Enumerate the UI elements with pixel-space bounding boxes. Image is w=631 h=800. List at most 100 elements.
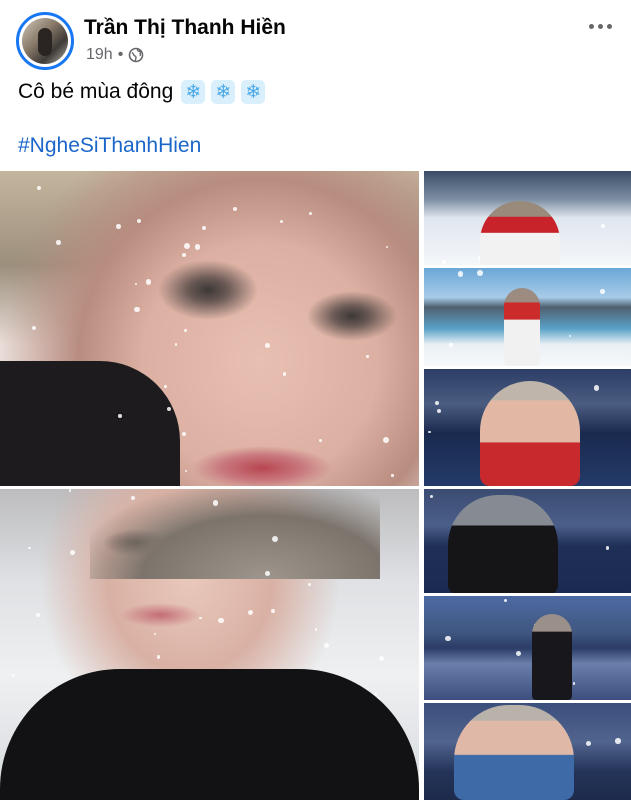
snow-speck (265, 342, 271, 348)
snow-speck (270, 609, 275, 614)
snow-speck (459, 522, 466, 529)
snow-speck (568, 334, 572, 338)
snow-speck (449, 342, 454, 347)
photo-river-flowers[interactable] (424, 268, 631, 366)
post-meta: 19h • (86, 46, 144, 64)
snow-speck (503, 599, 507, 603)
snow-speck (497, 224, 500, 227)
photo-red-scarf-portrait[interactable] (424, 369, 631, 486)
snow-speck (457, 538, 460, 541)
snow-speck (264, 571, 270, 576)
snow-speck (247, 609, 254, 616)
snow-speck (218, 617, 224, 624)
more-dot (588, 23, 594, 29)
snow-speck (434, 400, 439, 405)
snow-speck (272, 536, 279, 542)
snow-speck (31, 787, 36, 792)
snow-speck (166, 406, 171, 412)
snow-speck (137, 218, 142, 223)
photo-night-lake-standing[interactable] (424, 596, 631, 700)
snowflake-emojis: ❄ ❄ ❄ (181, 80, 266, 104)
snow-speck (134, 282, 138, 285)
snow-speck (182, 431, 187, 436)
snow-speck (477, 270, 483, 276)
photo-night-back-view[interactable] (424, 489, 631, 593)
caption-text: Cô bé mùa đông (18, 80, 174, 103)
snow-speck (382, 436, 389, 443)
snow-speck (445, 635, 451, 642)
snow-speck (31, 325, 37, 331)
snow-speck (614, 737, 621, 744)
snow-speck (374, 693, 377, 696)
snow-speck (182, 253, 187, 257)
snowflake-icon: ❄ (211, 80, 236, 104)
snow-speck (309, 212, 313, 216)
snow-speck (516, 650, 522, 656)
snow-speck (163, 385, 167, 388)
snow-speck (378, 655, 384, 661)
snow-speck (315, 628, 318, 631)
snow-speck (184, 329, 188, 332)
post-time[interactable]: 19h (86, 46, 113, 64)
snow-speck (601, 223, 606, 228)
snow-speck (12, 673, 16, 677)
snow-speck (145, 279, 151, 285)
photo-closeup-face[interactable] (0, 171, 419, 486)
globe-icon[interactable] (128, 47, 144, 63)
photo-blue-scarf-portrait[interactable] (424, 703, 631, 800)
snow-speck (323, 642, 329, 648)
snow-speck (206, 704, 211, 709)
snow-speck (56, 240, 61, 246)
snow-speck (28, 546, 31, 549)
snow-speck (262, 742, 269, 748)
author-avatar[interactable] (16, 12, 74, 70)
snow-speck (130, 495, 135, 500)
more-options-button[interactable] (585, 16, 615, 36)
snow-speck (35, 612, 41, 618)
snow-speck (401, 761, 406, 765)
snow-speck (69, 550, 75, 555)
snow-speck (429, 495, 433, 499)
snow-speck (199, 616, 202, 620)
snow-speck (32, 759, 36, 764)
snow-speck (366, 355, 369, 358)
author-name[interactable]: Trần Thị Thanh Hiền (84, 16, 286, 40)
snow-speck (572, 682, 576, 685)
snow-speck (68, 489, 72, 492)
snow-speck (76, 691, 80, 695)
snow-speck (533, 624, 537, 627)
snow-speck (470, 761, 475, 766)
snow-speck (212, 499, 219, 506)
more-dot (597, 23, 603, 29)
snow-speck (477, 256, 483, 262)
snow-speck (118, 414, 122, 418)
snow-speck (279, 220, 283, 224)
photo-red-scarf-back[interactable] (424, 171, 631, 265)
meta-separator: • (117, 46, 124, 63)
snow-speck (232, 206, 237, 211)
post-header: Trần Thị Thanh Hiền 19h • (0, 0, 631, 72)
snow-speck (174, 342, 178, 346)
snow-speck (428, 430, 431, 433)
snow-speck (585, 740, 592, 747)
snow-speck (37, 185, 42, 190)
snow-speck (458, 271, 464, 277)
photo-grid (0, 171, 631, 800)
snow-speck (391, 474, 394, 477)
photo-profile-black-coat[interactable] (0, 489, 419, 800)
snow-speck (318, 438, 322, 442)
snow-speck (156, 654, 161, 659)
snow-speck (139, 773, 145, 779)
snow-speck (484, 459, 488, 463)
snow-speck (282, 372, 287, 377)
snow-speck (194, 244, 201, 250)
snow-speck (185, 469, 188, 473)
snow-speck (202, 225, 207, 230)
snow-speck (153, 633, 156, 636)
snow-speck (506, 540, 509, 544)
snow-speck (437, 409, 441, 414)
hashtag-link[interactable]: #NgheSiThanhHien (18, 134, 201, 158)
snow-speck (184, 242, 191, 249)
snow-speck (116, 223, 122, 229)
snow-speck (307, 583, 311, 586)
